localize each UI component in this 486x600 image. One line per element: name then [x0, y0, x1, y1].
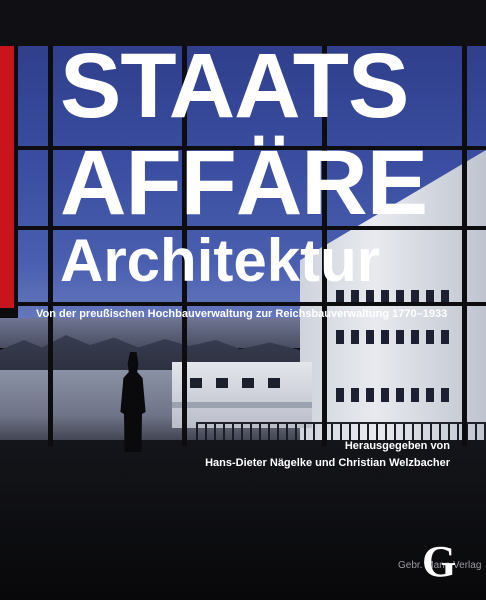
editors-intro: Herausgegeben von — [344, 440, 450, 452]
editors-block: Herausgegeben von Hans-Dieter Nägelke un… — [205, 438, 450, 472]
title-line-1: STAATS — [60, 35, 409, 137]
red-accent-bar — [0, 46, 14, 308]
building-windows-row-3 — [336, 388, 449, 402]
window-transom — [14, 302, 486, 306]
publisher-logo: Gebr. Mann Verlag G — [398, 540, 481, 584]
book-cover: STAATS AFFÄRE Architektur Von der preußi… — [0, 0, 486, 600]
title-line-2: AFFÄRE — [60, 132, 428, 234]
low-building — [172, 362, 312, 428]
building-windows-row-2 — [336, 330, 449, 344]
window-mullion — [462, 46, 467, 446]
title-line-3: Architektur — [60, 227, 381, 294]
window-mullion — [48, 46, 53, 446]
editors-names: Hans-Dieter Nägelke und Christian Welzba… — [205, 457, 450, 469]
subtitle: Von der preußischen Hochbauverwaltung zu… — [36, 308, 448, 320]
publisher-logo-letter: G — [422, 537, 457, 586]
